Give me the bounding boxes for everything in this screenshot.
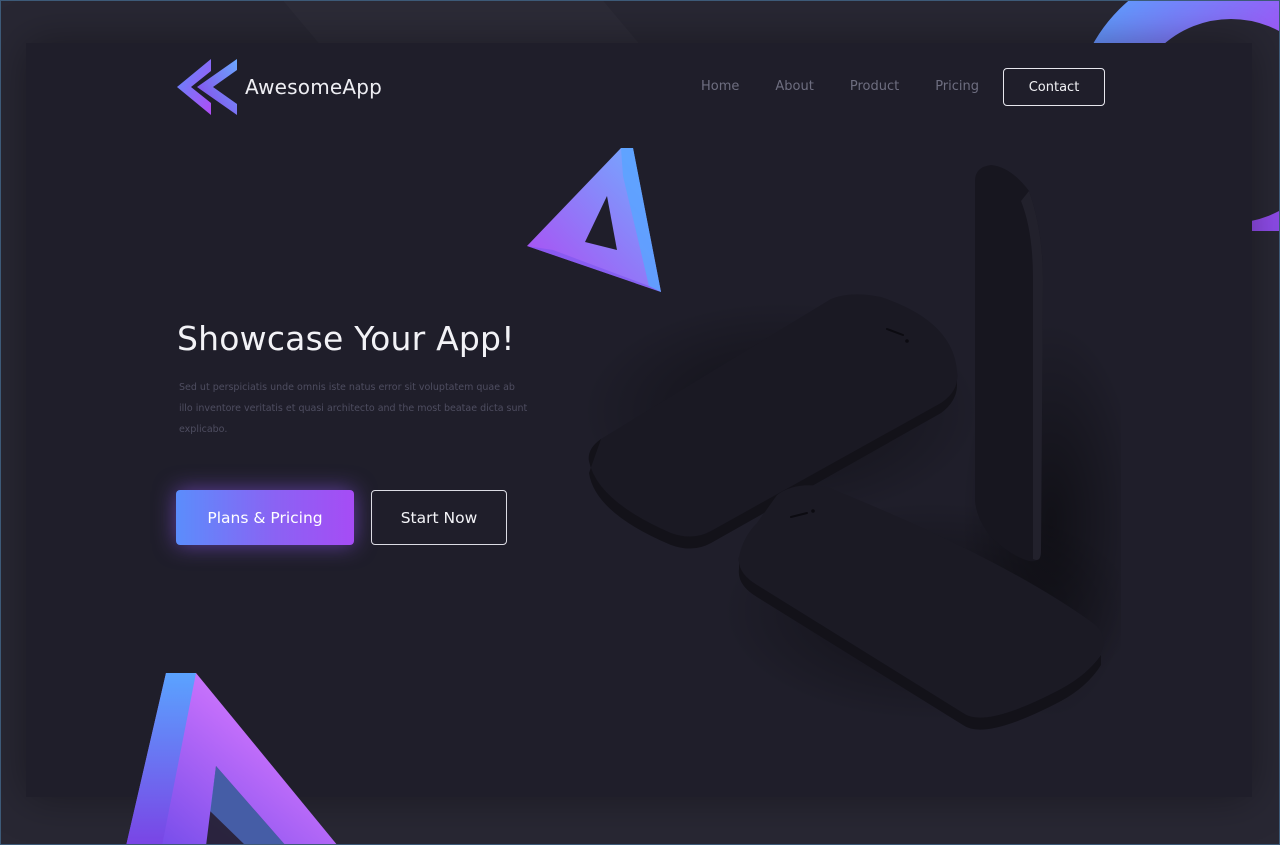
brand-logo[interactable]: AwesomeApp <box>177 57 382 117</box>
nav-pricing[interactable]: Pricing <box>935 68 979 106</box>
contact-button[interactable]: Contact <box>1003 68 1106 106</box>
plans-pricing-button[interactable]: Plans & Pricing <box>176 490 354 545</box>
rewind-triangles-icon <box>177 59 237 115</box>
bg-shape <box>283 1 639 43</box>
phones-illustration <box>581 165 1121 730</box>
nav-about[interactable]: About <box>775 68 813 106</box>
page-frame: AwesomeApp Home About Product Pricing Co… <box>0 0 1280 845</box>
phone-standing <box>975 165 1043 562</box>
hero-description: Sed ut perspiciatis unde omnis iste natu… <box>179 382 528 435</box>
hero-title: Showcase Your App! <box>177 319 515 358</box>
triangle-decoration <box>126 673 337 844</box>
nav-home[interactable]: Home <box>701 68 739 106</box>
brand-name: AwesomeApp <box>245 75 383 99</box>
main-nav: Home About Product Pricing Contact <box>701 68 1106 106</box>
nav-product[interactable]: Product <box>850 68 899 106</box>
start-now-button[interactable]: Start Now <box>371 490 507 545</box>
